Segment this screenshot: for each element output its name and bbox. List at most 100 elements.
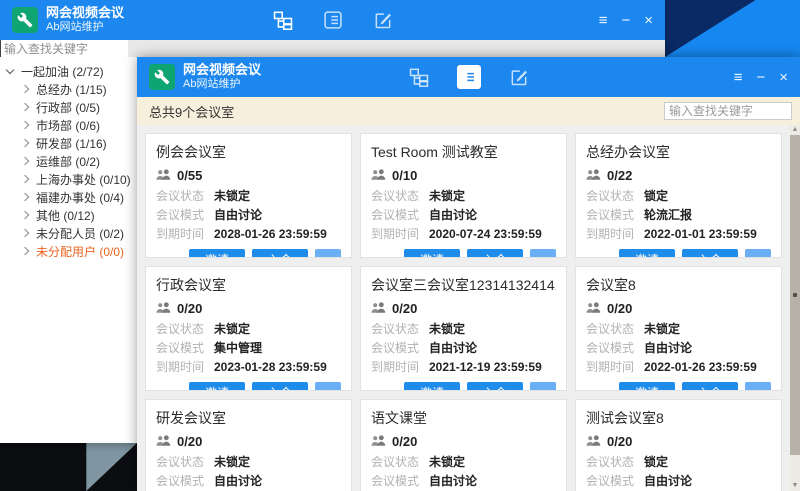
room-card: 总经办会议室 0/22 会议状态锁定 会议模式轮流汇报 到期时间2022-01-… <box>575 133 782 258</box>
expire-value: 2022-01-26 23:59:59 <box>644 360 757 374</box>
scroll-down-arrow-icon[interactable]: ▼ <box>790 481 800 491</box>
scrollbar-grip-icon <box>793 293 797 297</box>
org-tree: 一起加油 (2/72) 总经办 (1/15) 行政部 (0/5) 市场部 (0/… <box>0 62 137 260</box>
chevron-right-icon[interactable] <box>21 193 29 201</box>
expire-label: 到期时间 <box>371 225 429 242</box>
room-card: 会议室三会议室123141324141三会... 0/20 会议状态未锁定 会议… <box>360 266 567 391</box>
mode-label: 会议模式 <box>156 206 214 223</box>
app-titles: 网会视频会议 Ab网站维护 <box>46 6 124 34</box>
expire-value: 2021-12-19 23:59:59 <box>429 360 542 374</box>
room-list-icon-selected[interactable] <box>457 65 481 89</box>
minimize-button[interactable]: − <box>621 13 630 28</box>
menu-button[interactable]: ≡ <box>734 70 743 85</box>
room-list-icon[interactable] <box>321 8 345 32</box>
edit-icon[interactable] <box>371 8 395 32</box>
more-button[interactable]: ... <box>530 382 556 391</box>
chevron-right-icon[interactable] <box>21 211 29 219</box>
tree-node-root[interactable]: 一起加油 (2/72) <box>0 62 137 80</box>
more-button[interactable]: ... <box>745 249 771 258</box>
chevron-right-icon[interactable] <box>21 157 29 165</box>
room-card: 研发会议室 0/20 会议状态未锁定 会议模式自由讨论 到期时间2022-01-… <box>145 399 352 491</box>
menu-button[interactable]: ≡ <box>599 13 608 28</box>
edit-icon[interactable] <box>507 65 531 89</box>
room-card: Test Room 测试教室 0/10 会议状态未锁定 会议模式自由讨论 到期时… <box>360 133 567 258</box>
tree-node[interactable]: 运维部 (0/2) <box>0 152 137 170</box>
tree-node-label: 一起加油 (2/72) <box>21 63 104 80</box>
status-value: 未锁定 <box>429 320 465 337</box>
tree-node[interactable]: 福建办事处 (0/4) <box>0 188 137 206</box>
mode-label: 会议模式 <box>156 339 214 356</box>
summary-bar: 总共9个会议室 <box>137 97 800 125</box>
tree-node-label: 未分配用户 (0/0) <box>36 243 124 260</box>
invite-button[interactable]: 邀请 <box>619 382 675 391</box>
more-button[interactable]: ... <box>315 382 341 391</box>
status-value: 锁定 <box>644 187 668 204</box>
member-count: 0/55 <box>177 168 202 183</box>
invite-button[interactable]: 邀请 <box>189 249 245 258</box>
invite-button[interactable]: 邀请 <box>404 382 460 391</box>
chevron-right-icon[interactable] <box>21 247 29 255</box>
chevron-right-icon[interactable] <box>21 103 29 111</box>
close-button[interactable]: × <box>779 70 788 85</box>
status-label: 会议状态 <box>371 187 429 204</box>
mode-value: 自由讨论 <box>214 206 262 223</box>
tree-node[interactable]: 研发部 (1/16) <box>0 134 137 152</box>
tree-node-label: 运维部 (0/2) <box>36 153 100 170</box>
members-icon <box>156 302 171 314</box>
more-button[interactable]: ... <box>315 249 341 258</box>
status-value: 未锁定 <box>429 187 465 204</box>
tree-node-label: 市场部 (0/6) <box>36 117 100 134</box>
tree-node[interactable]: 总经办 (1/15) <box>0 80 137 98</box>
chevron-right-icon[interactable] <box>21 139 29 147</box>
org-chart-icon[interactable] <box>271 8 295 32</box>
tree-node[interactable]: 未分配人员 (0/2) <box>0 224 137 242</box>
chevron-down-icon[interactable] <box>6 65 14 73</box>
chevron-right-icon[interactable] <box>21 85 29 93</box>
join-button[interactable]: 入会 <box>682 249 738 258</box>
status-value: 未锁定 <box>429 453 465 470</box>
scroll-up-arrow-icon[interactable]: ▲ <box>790 125 800 135</box>
invite-button[interactable]: 邀请 <box>189 382 245 391</box>
members-icon <box>586 169 601 181</box>
join-button[interactable]: 入会 <box>252 382 308 391</box>
tree-node[interactable]: 其他 (0/12) <box>0 206 137 224</box>
contact-search-input[interactable] <box>0 40 128 57</box>
room-name: 例会会议室 <box>156 142 341 162</box>
tree-node-label: 总经办 (1/15) <box>36 81 107 98</box>
tree-node[interactable]: 市场部 (0/6) <box>0 116 137 134</box>
invite-button[interactable]: 邀请 <box>619 249 675 258</box>
more-button[interactable]: ... <box>530 249 556 258</box>
join-button[interactable]: 入会 <box>467 382 523 391</box>
tree-node[interactable]: 上海办事处 (0/10) <box>0 170 137 188</box>
vertical-scrollbar[interactable]: ▲ ▼ <box>790 125 800 491</box>
status-label: 会议状态 <box>156 187 214 204</box>
tree-node-unassigned-users[interactable]: 未分配用户 (0/0) <box>0 242 137 260</box>
close-button[interactable]: × <box>644 13 653 28</box>
mode-value: 轮流汇报 <box>644 206 692 223</box>
invite-button[interactable]: 邀请 <box>404 249 460 258</box>
room-grid: 例会会议室 0/55 会议状态未锁定 会议模式自由讨论 到期时间2028-01-… <box>137 125 800 491</box>
chevron-right-icon[interactable] <box>21 121 29 129</box>
back-window-controls: ≡ − × <box>599 0 653 40</box>
chevron-right-icon[interactable] <box>21 229 29 237</box>
scrollbar-thumb[interactable] <box>790 135 800 455</box>
app-title: 网会视频会议 <box>183 63 261 78</box>
expire-label: 到期时间 <box>156 225 214 242</box>
status-label: 会议状态 <box>371 320 429 337</box>
chevron-right-icon[interactable] <box>21 175 29 183</box>
app-subtitle: Ab网站维护 <box>183 78 261 91</box>
join-button[interactable]: 入会 <box>682 382 738 391</box>
tree-node[interactable]: 行政部 (0/5) <box>0 98 137 116</box>
join-button[interactable]: 入会 <box>467 249 523 258</box>
org-chart-icon[interactable] <box>407 65 431 89</box>
mode-value: 自由讨论 <box>429 339 477 356</box>
room-name: 行政会议室 <box>156 275 341 295</box>
minimize-button[interactable]: − <box>756 70 765 85</box>
join-button[interactable]: 入会 <box>252 249 308 258</box>
more-button[interactable]: ... <box>745 382 771 391</box>
member-count: 0/22 <box>607 168 632 183</box>
mode-value: 自由讨论 <box>429 206 477 223</box>
room-name: 测试会议室8 <box>586 408 771 428</box>
room-grid-area: 例会会议室 0/55 会议状态未锁定 会议模式自由讨论 到期时间2028-01-… <box>137 125 800 491</box>
room-search-input[interactable] <box>664 102 792 120</box>
